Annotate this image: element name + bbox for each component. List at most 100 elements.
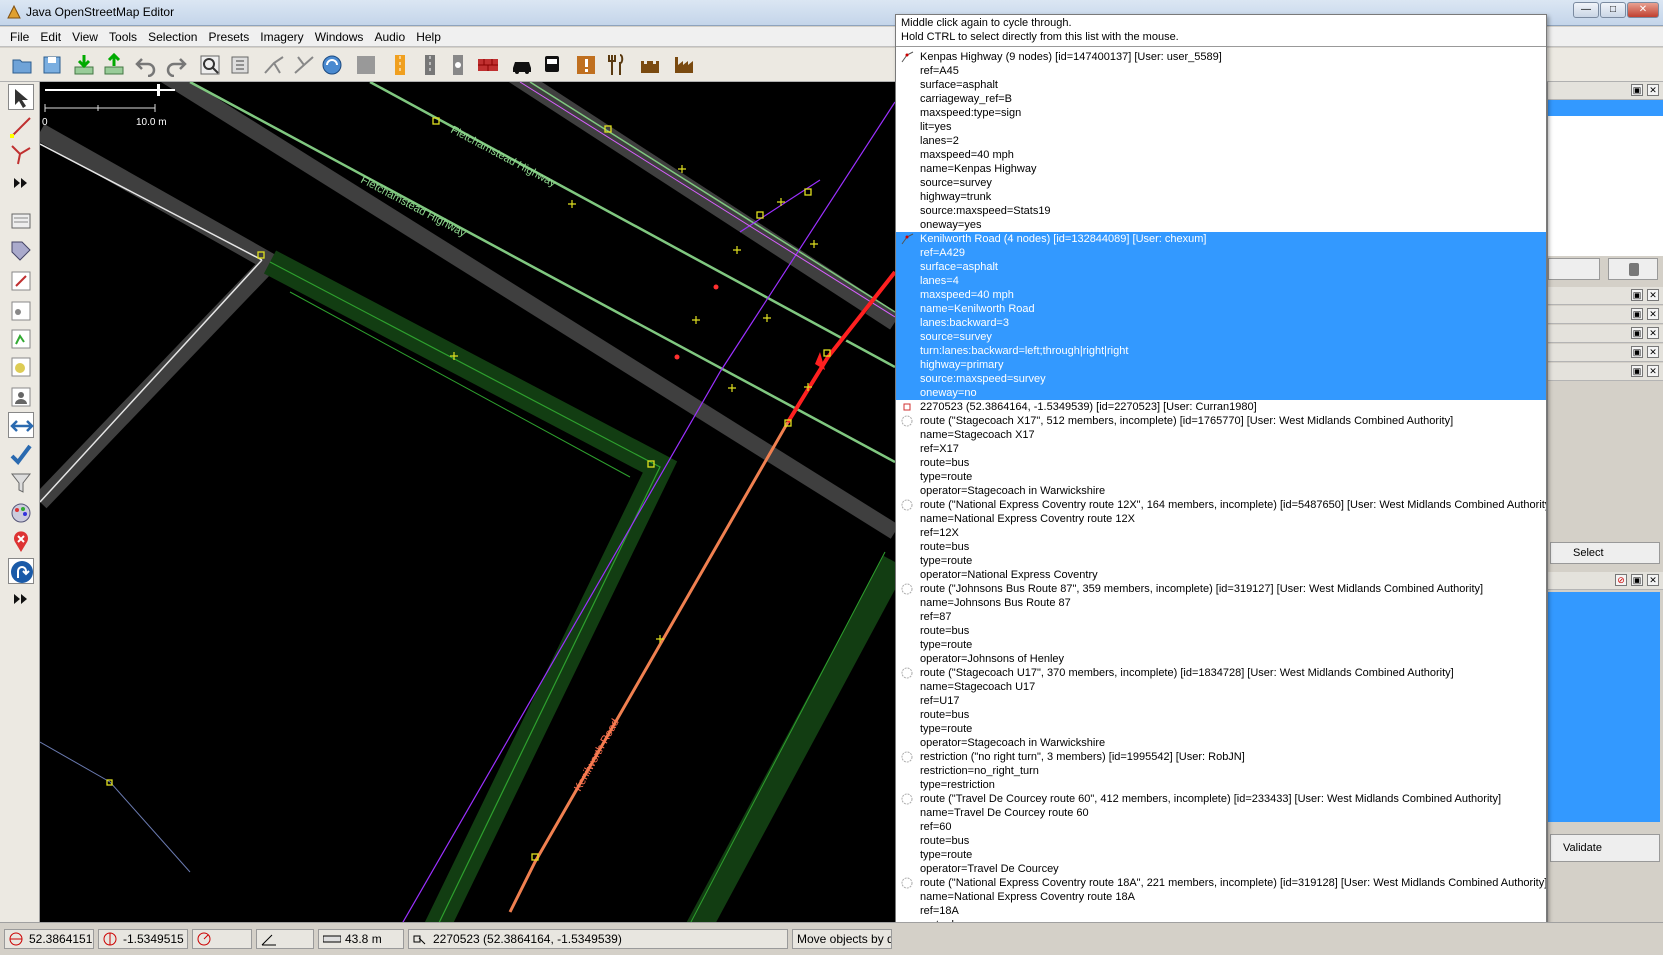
popup-item-title[interactable]: Kenilworth Road (4 nodes) [id=132844089]…	[896, 232, 1546, 246]
popup-item[interactable]: route ("Johnsons Bus Route 87", 359 memb…	[896, 582, 1546, 666]
turn-restrictions-button[interactable]	[8, 558, 34, 584]
popup-item-title[interactable]: route ("Travel De Courcey route 60", 412…	[896, 792, 1546, 806]
close-icon[interactable]: ✕	[1647, 289, 1659, 301]
more-dialogs-button[interactable]	[8, 586, 34, 612]
preset-road-orange-button[interactable]	[388, 53, 412, 77]
dock-icon[interactable]: ▣	[1631, 308, 1643, 320]
minor-way[interactable]	[40, 741, 191, 873]
menu-tools[interactable]: Tools	[105, 27, 141, 44]
color-palette-button[interactable]	[8, 500, 34, 526]
popup-item[interactable]: 2270523 (52.3864164, -1.5349539) [id=227…	[896, 400, 1546, 414]
map-canvas[interactable]: Fletchamstead Highway Fletchamstead High…	[40, 82, 895, 922]
notes-toggle-button[interactable]	[8, 528, 34, 554]
preset-wall-button[interactable]	[476, 53, 500, 77]
popup-item-title[interactable]: route ("Johnsons Bus Route 87", 359 memb…	[896, 582, 1546, 596]
white-way[interactable]	[40, 143, 263, 261]
grey-tool-button[interactable]	[354, 53, 378, 77]
popup-item[interactable]: route ("National Express Coventry route …	[896, 498, 1546, 582]
selection-list-toggle-button[interactable]	[8, 268, 34, 294]
grey-way-outline[interactable]	[40, 124, 285, 509]
minimize-button[interactable]: —	[1573, 2, 1599, 18]
zoom-to-data-button[interactable]	[198, 53, 222, 77]
dock-icon[interactable]: ▣	[1631, 365, 1643, 377]
building-area[interactable]	[263, 250, 678, 922]
preset-hazard-button[interactable]	[574, 53, 598, 77]
layer-button[interactable]	[1548, 258, 1600, 280]
dock-icon[interactable]: ▣	[1631, 327, 1643, 339]
undo-button[interactable]	[134, 53, 158, 78]
extrude-mode-button[interactable]	[8, 142, 34, 168]
popup-item-title[interactable]: Kenpas Highway (9 nodes) [id=147400137] …	[896, 50, 1546, 64]
filter-toggle-button[interactable]	[8, 470, 34, 496]
select-mode-button[interactable]	[8, 84, 34, 110]
popup-item[interactable]: route ("Travel De Courcey route 60", 412…	[896, 792, 1546, 876]
junction-node[interactable]	[674, 354, 680, 360]
trunk-road-3[interactable]	[529, 82, 895, 313]
menu-imagery[interactable]: Imagery	[256, 27, 307, 44]
menu-presets[interactable]: Presets	[205, 27, 254, 44]
popup-item-title[interactable]: route ("Stagecoach U17", 370 members, in…	[896, 666, 1546, 680]
menu-audio[interactable]: Audio	[370, 27, 409, 44]
validate-button[interactable]: Validate	[1550, 834, 1660, 862]
layer-list[interactable]	[1548, 116, 1663, 256]
combine-way-button[interactable]	[292, 53, 316, 77]
node[interactable]	[804, 188, 812, 196]
close-icon[interactable]: ✕	[1647, 327, 1659, 339]
menu-selection[interactable]: Selection	[144, 27, 201, 44]
dock-icon[interactable]: ▣	[1631, 346, 1643, 358]
popup-item[interactable]: Kenpas Highway (9 nodes) [id=147400137] …	[896, 50, 1546, 232]
history-toggle-button[interactable]	[8, 326, 34, 352]
menu-windows[interactable]: Windows	[311, 27, 368, 44]
preset-car-button[interactable]	[510, 53, 534, 77]
preset-bus-button[interactable]	[540, 53, 564, 77]
preset-industrial-button[interactable]	[672, 53, 696, 77]
popup-item-title[interactable]: restriction ("no right turn", 3 members)…	[896, 750, 1546, 764]
upload-button[interactable]	[102, 52, 126, 77]
error-icon[interactable]: ⊘	[1615, 574, 1627, 586]
redo-button[interactable]	[164, 53, 188, 78]
tags-toggle-button[interactable]	[8, 238, 34, 264]
building-area-east[interactable]	[680, 555, 895, 922]
close-icon[interactable]: ✕	[1647, 84, 1659, 96]
preset-road-grey-button[interactable]	[418, 53, 442, 77]
preset-castle-button[interactable]	[638, 53, 662, 77]
layer-row-selected[interactable]	[1548, 100, 1663, 116]
delete-layer-button[interactable]	[1608, 258, 1658, 280]
maximize-button[interactable]: □	[1600, 2, 1626, 18]
dock-icon[interactable]: ▣	[1631, 84, 1643, 96]
conflicts-toggle-button[interactable]	[8, 412, 34, 438]
map-paint-toggle-button[interactable]	[8, 354, 34, 380]
save-button[interactable]	[40, 53, 64, 77]
validator-results-list[interactable]	[1548, 592, 1660, 822]
split-way-button[interactable]	[262, 53, 286, 77]
white-way-2[interactable]	[40, 259, 263, 503]
reverse-ways-button[interactable]	[320, 53, 344, 77]
more-modes-button[interactable]	[8, 170, 34, 196]
popup-item-title[interactable]: route ("National Express Coventry route …	[896, 876, 1546, 890]
close-icon[interactable]: ✕	[1647, 574, 1659, 586]
open-file-button[interactable]	[10, 53, 34, 77]
relations-toggle-button[interactable]	[8, 298, 34, 324]
menu-view[interactable]: View	[68, 27, 102, 44]
popup-item[interactable]: route ("Stagecoach U17", 370 members, in…	[896, 666, 1546, 750]
draw-mode-button[interactable]	[8, 114, 34, 140]
popup-item[interactable]: route ("Stagecoach X17", 512 members, in…	[896, 414, 1546, 498]
close-icon[interactable]: ✕	[1647, 346, 1659, 358]
popup-item-title[interactable]: 2270523 (52.3864164, -1.5349539) [id=227…	[896, 400, 1546, 414]
validator-toggle-button[interactable]	[8, 442, 34, 468]
map-view[interactable]: Fletchamstead Highway Fletchamstead High…	[40, 82, 895, 922]
preset-path-button[interactable]	[446, 53, 470, 77]
dock-icon[interactable]: ▣	[1631, 574, 1643, 586]
scale-slider-handle[interactable]	[157, 84, 160, 96]
popup-item[interactable]: Kenilworth Road (4 nodes) [id=132844089]…	[896, 232, 1546, 400]
selection-popup[interactable]: Middle click again to cycle through. Hol…	[895, 14, 1547, 955]
popup-item-title[interactable]: route ("National Express Coventry route …	[896, 498, 1546, 512]
close-window-button[interactable]: ✕	[1627, 2, 1659, 18]
menu-help[interactable]: Help	[412, 27, 445, 44]
authors-toggle-button[interactable]	[8, 384, 34, 410]
close-icon[interactable]: ✕	[1647, 308, 1659, 320]
download-button[interactable]	[72, 53, 96, 77]
popup-item[interactable]: restriction ("no right turn", 3 members)…	[896, 750, 1546, 792]
preferences-button[interactable]	[228, 53, 252, 77]
menu-edit[interactable]: Edit	[36, 27, 65, 44]
